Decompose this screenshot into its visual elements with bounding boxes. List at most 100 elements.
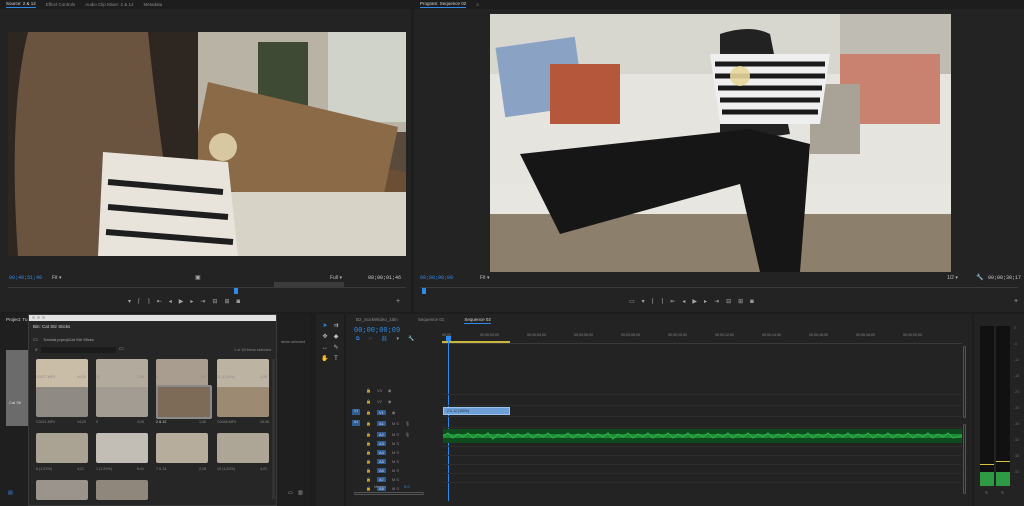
- lift-icon[interactable]: ⊟: [726, 298, 731, 305]
- timeline-settings-icon[interactable]: 🔧: [408, 336, 414, 342]
- thumbnail-clip[interactable]: [96, 359, 148, 389]
- safe-margins-icon[interactable]: ▭: [629, 298, 635, 305]
- thumbnail-clip[interactable]: [96, 433, 148, 463]
- lock-icon[interactable]: 🔒: [366, 450, 371, 455]
- track-header-v1[interactable]: V1 🔒 V1 ◉: [352, 408, 395, 416]
- track-header-v2[interactable]: 🔒 V2 ◉: [352, 397, 391, 405]
- lock-icon[interactable]: 🔒: [366, 432, 371, 437]
- program-scrubber[interactable]: [420, 287, 1018, 295]
- thumbnail-clip[interactable]: [96, 387, 148, 417]
- program-ratio-select[interactable]: 1/2 ▾: [947, 275, 958, 281]
- trash-icon[interactable]: ▥: [298, 490, 303, 496]
- new-bin-icon[interactable]: ▭: [119, 346, 124, 352]
- thumbnail-clip[interactable]: [217, 433, 269, 463]
- thumbnail-clip[interactable]: [156, 433, 208, 463]
- lock-icon[interactable]: 🔒: [366, 477, 371, 482]
- program-go-to-in-icon[interactable]: ⇤: [670, 298, 675, 305]
- bin-titlebar[interactable]: [29, 315, 276, 321]
- program-timecode[interactable]: 00;00;00;09: [420, 275, 453, 281]
- track-header-a1[interactable]: A1 🔒 A1 M S 🎙: [352, 419, 410, 427]
- track-header-a3[interactable]: 🔒 A3 M S: [352, 439, 399, 447]
- mark-clip-icon[interactable]: ⌉: [147, 298, 149, 305]
- track-header-a4[interactable]: 🔒 A4 M S: [352, 448, 399, 456]
- tab-sequence-b2[interactable]: B2_SockWideo_10in: [356, 317, 398, 324]
- program-mark-in-icon[interactable]: ⌈: [652, 298, 654, 305]
- step-back-icon[interactable]: ◂: [169, 298, 172, 305]
- timeline-vscroll-video[interactable]: [963, 346, 966, 418]
- source-video-frame[interactable]: [8, 32, 406, 256]
- new-item-icon[interactable]: ▭: [288, 490, 293, 496]
- nest-icon[interactable]: ⧉: [356, 336, 360, 342]
- list-view-icon[interactable]: ▤: [8, 490, 13, 496]
- tab-metadata[interactable]: Metadata: [144, 2, 163, 7]
- track-header-v3[interactable]: 🔒 V3 ◉: [352, 386, 391, 394]
- source-settings-icon[interactable]: ▣: [195, 274, 201, 281]
- eye-icon[interactable]: ◉: [388, 388, 392, 393]
- source-scrubber[interactable]: [8, 282, 406, 295]
- track-header-a7[interactable]: 🔒 A7 M S: [352, 475, 399, 483]
- thumbnail-clip[interactable]: [36, 359, 88, 389]
- close-window-icon[interactable]: [32, 316, 35, 319]
- eye-icon[interactable]: ◉: [388, 399, 392, 404]
- program-add-button-icon[interactable]: +: [1014, 298, 1018, 305]
- lock-icon[interactable]: 🔒: [366, 468, 371, 473]
- marker-icon[interactable]: ▾: [642, 298, 645, 305]
- tab-source[interactable]: Source: 2 & 12: [6, 1, 36, 8]
- extract-icon[interactable]: ⊞: [738, 298, 743, 305]
- work-area-bar[interactable]: [442, 341, 510, 343]
- program-menu-icon[interactable]: ≡: [476, 2, 479, 7]
- mic-icon[interactable]: 🎙: [405, 421, 410, 426]
- solo-right-button[interactable]: S: [1001, 490, 1004, 495]
- pen-tool-icon[interactable]: ✎: [332, 344, 340, 352]
- source-add-button-icon[interactable]: +: [396, 298, 400, 305]
- program-fit-select[interactable]: Fit ▾: [480, 275, 489, 281]
- bin-tab[interactable]: Bin: Cat Stir Sticks: [33, 324, 70, 329]
- master-track-value[interactable]: 0.0: [404, 484, 410, 489]
- time-ruler[interactable]: 00;00 00;00;02;00 00;00;04;00 00;00;06;0…: [442, 332, 962, 344]
- slip-tool-icon[interactable]: ↔: [321, 344, 329, 352]
- type-tool-icon[interactable]: T: [332, 355, 340, 363]
- hand-tool-icon[interactable]: ✋: [321, 355, 329, 363]
- source-patch-v1[interactable]: V1: [352, 409, 360, 415]
- program-export-frame-icon[interactable]: ◙: [750, 299, 754, 305]
- linked-select-icon[interactable]: ⛓: [381, 336, 387, 342]
- bin-search-input[interactable]: [41, 347, 116, 353]
- track-header-a5[interactable]: 🔒 A5 M S: [352, 457, 399, 465]
- play-icon[interactable]: ▶: [179, 298, 184, 305]
- tab-effect-controls[interactable]: Effect Controls: [46, 2, 75, 7]
- source-patch-a1[interactable]: A1: [352, 420, 360, 426]
- program-play-icon[interactable]: ▶: [692, 298, 697, 305]
- zoom-window-icon[interactable]: [42, 316, 45, 319]
- timeline-hscroll[interactable]: [354, 492, 424, 495]
- search-icon[interactable]: ⌕: [35, 347, 38, 353]
- track-select-tool-icon[interactable]: ⇉: [332, 322, 340, 330]
- mark-in-icon[interactable]: ▾: [128, 298, 131, 305]
- selection-tool-icon[interactable]: ➤: [321, 322, 329, 330]
- ripple-edit-tool-icon[interactable]: ✥: [321, 333, 329, 341]
- lock-icon[interactable]: 🔒: [366, 388, 371, 393]
- project-tab[interactable]: Project: Tu: [6, 317, 28, 322]
- mic-icon[interactable]: 🎙: [405, 432, 410, 437]
- program-mark-out-icon[interactable]: ⌉: [661, 298, 663, 305]
- timeline-timecode[interactable]: 00;00;00;09: [354, 327, 400, 335]
- video-clip[interactable]: 2 & 12 [150%]: [443, 407, 510, 415]
- source-quality-select[interactable]: Full ▾: [330, 275, 342, 281]
- add-marker-icon[interactable]: ▾: [397, 336, 400, 342]
- source-playhead[interactable]: [234, 288, 238, 294]
- razor-tool-icon[interactable]: ◆: [332, 333, 340, 341]
- thumbnail-clip-selected[interactable]: [156, 385, 212, 419]
- bin-scrollbar[interactable]: [272, 359, 275, 499]
- timeline-playhead-handle[interactable]: [446, 336, 451, 341]
- thumbnail-clip[interactable]: [36, 387, 88, 417]
- source-timecode[interactable]: 00;40;51;40: [9, 275, 42, 281]
- insert-icon[interactable]: ⊟: [212, 298, 217, 305]
- thumbnail-clip[interactable]: [36, 433, 88, 463]
- go-to-out-icon[interactable]: ⇥: [200, 298, 205, 305]
- lock-icon[interactable]: 🔒: [366, 410, 371, 415]
- audio-clip[interactable]: [443, 429, 962, 443]
- step-forward-icon[interactable]: ▸: [190, 298, 193, 305]
- lock-icon[interactable]: 🔒: [366, 459, 371, 464]
- export-frame-icon[interactable]: ◙: [236, 299, 240, 305]
- lock-icon[interactable]: 🔒: [366, 486, 371, 491]
- snap-icon[interactable]: ∩: [369, 336, 373, 342]
